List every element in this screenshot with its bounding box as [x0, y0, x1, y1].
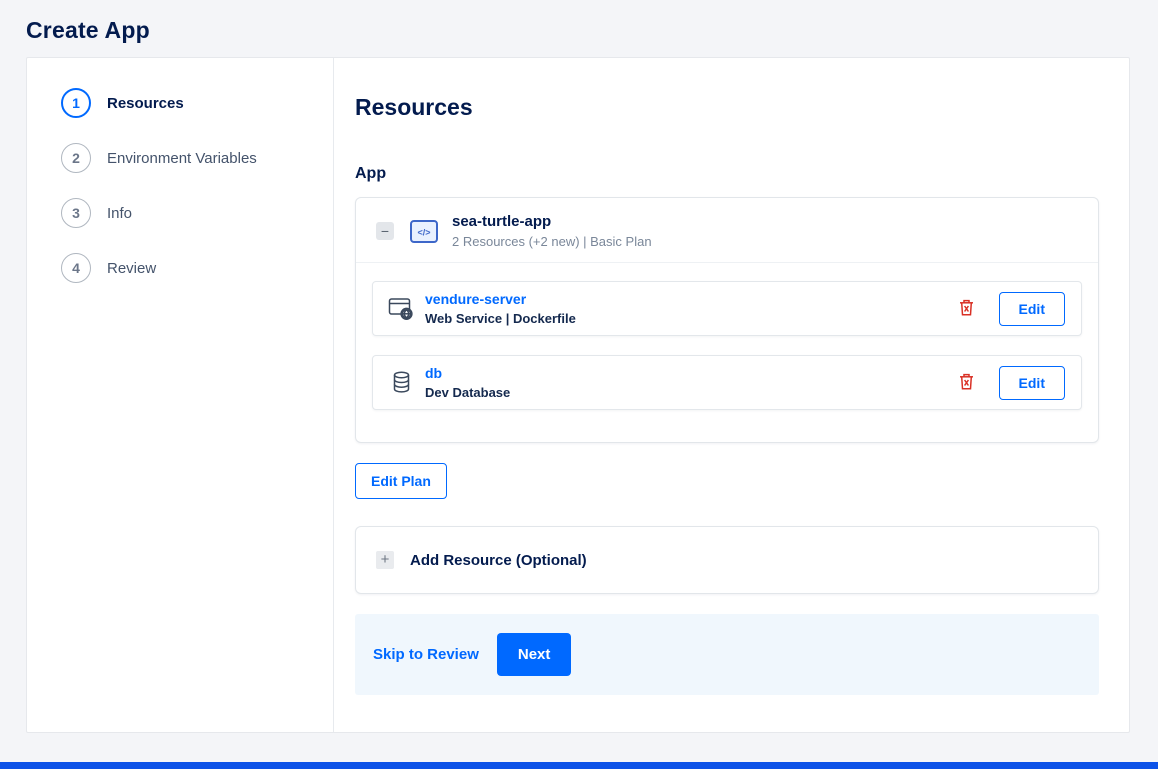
- app-card: − </> sea-turtle-app 2 Resources (+2 new…: [355, 197, 1099, 443]
- resource-text-block: vendure-server Web Service | Dockerfile: [425, 291, 576, 326]
- resource-name-link[interactable]: vendure-server: [425, 291, 576, 307]
- delete-resource-button[interactable]: [959, 373, 974, 393]
- page-header: Create App: [0, 0, 1158, 57]
- add-resource-label: Add Resource (Optional): [410, 551, 587, 569]
- step-number: 4: [61, 253, 91, 283]
- wizard-stepper: 1 Resources 2 Environment Variables 3 In…: [27, 58, 334, 732]
- create-app-panel: 1 Resources 2 Environment Variables 3 In…: [26, 57, 1130, 733]
- plus-icon: +: [376, 551, 394, 569]
- step-number: 3: [61, 198, 91, 228]
- app-meta: 2 Resources (+2 new) | Basic Plan: [452, 234, 652, 249]
- bottom-accent-bar: [0, 762, 1158, 769]
- resource-actions: Edit: [959, 365, 1065, 400]
- step-info[interactable]: 3 Info: [61, 198, 333, 228]
- svg-text:</>: </>: [417, 227, 430, 237]
- step-resources[interactable]: 1 Resources: [61, 88, 333, 118]
- code-icon: </>: [410, 219, 438, 243]
- resource-text-block: db Dev Database: [425, 365, 510, 400]
- app-section-label: App: [355, 165, 387, 182]
- trash-icon: [959, 373, 974, 393]
- skip-to-review-link[interactable]: Skip to Review: [373, 646, 479, 663]
- resource-type: Web Service | Dockerfile: [425, 311, 576, 326]
- step-label: Review: [107, 259, 157, 277]
- resource-row-db: db Dev Database Edit: [372, 355, 1082, 410]
- wizard-footer: Skip to Review Next: [355, 614, 1099, 695]
- trash-icon: [959, 299, 974, 319]
- page-title: Create App: [26, 17, 150, 43]
- add-resource-card[interactable]: + Add Resource (Optional): [355, 526, 1099, 594]
- app-card-header: − </> sea-turtle-app 2 Resources (+2 new…: [356, 198, 1098, 263]
- database-icon: [387, 371, 415, 394]
- collapse-app-button[interactable]: −: [376, 222, 394, 240]
- edit-resource-button[interactable]: Edit: [998, 365, 1065, 400]
- web-service-icon: [387, 297, 415, 321]
- resource-name-link[interactable]: db: [425, 365, 510, 381]
- resources-step-content: Resources App − </> sea-turtle-app 2 Res…: [334, 58, 1129, 732]
- edit-resource-button[interactable]: Edit: [998, 291, 1065, 326]
- step-number: 2: [61, 143, 91, 173]
- step-label: Environment Variables: [107, 149, 257, 167]
- resource-row-vendure-server: vendure-server Web Service | Dockerfile: [372, 281, 1082, 336]
- delete-resource-button[interactable]: [959, 299, 974, 319]
- edit-plan-button[interactable]: Edit Plan: [355, 463, 447, 499]
- resource-actions: Edit: [959, 291, 1065, 326]
- app-title-block: sea-turtle-app 2 Resources (+2 new) | Ba…: [452, 213, 652, 249]
- step-environment-variables[interactable]: 2 Environment Variables: [61, 143, 333, 173]
- resource-list: vendure-server Web Service | Dockerfile: [356, 263, 1098, 442]
- step-review[interactable]: 4 Review: [61, 253, 333, 283]
- section-heading: Resources: [355, 94, 473, 120]
- app-name: sea-turtle-app: [452, 213, 552, 230]
- resource-type: Dev Database: [425, 385, 511, 400]
- step-number: 1: [61, 88, 91, 118]
- step-label: Resources: [107, 94, 184, 112]
- next-button[interactable]: Next: [496, 633, 572, 676]
- step-label: Info: [107, 204, 133, 222]
